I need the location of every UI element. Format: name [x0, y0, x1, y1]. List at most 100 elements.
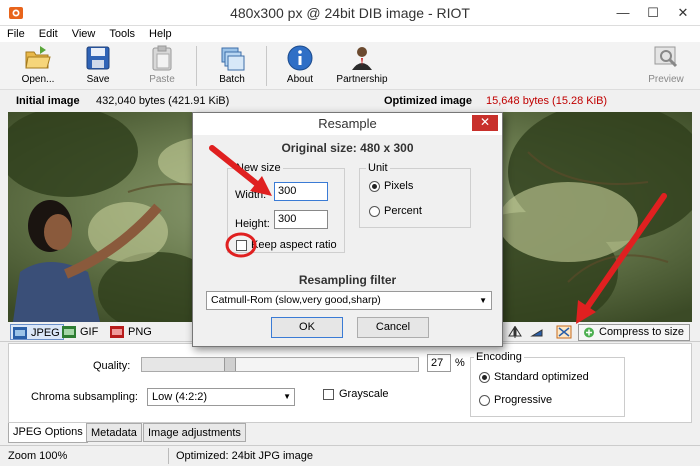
encoding-standard-radio[interactable]	[479, 372, 490, 383]
resample-icon[interactable]	[556, 325, 572, 339]
image-info-status: Optimized: 24bit JPG image	[176, 450, 313, 462]
title-bar: 480x300 px @ 24bit DIB image - RIOT — ☐ …	[0, 0, 700, 26]
status-divider	[168, 448, 169, 464]
paste-clipboard-icon	[152, 45, 172, 71]
cancel-button[interactable]: Cancel	[357, 317, 429, 338]
format-png-tab[interactable]: PNG	[108, 324, 152, 340]
dialog-close-button[interactable]: ✕	[472, 115, 498, 131]
paste-button[interactable]: Paste	[142, 44, 182, 88]
preview-label: Preview	[648, 74, 684, 85]
compress-icon	[584, 327, 594, 338]
quality-slider-track	[142, 358, 224, 371]
toolbar-separator	[196, 46, 197, 86]
partnership-label: Partnership	[336, 74, 388, 85]
paste-label: Paste	[149, 74, 175, 85]
toolbar-separator	[266, 46, 267, 86]
resampling-filter-value: Catmull-Rom (slow,very good,sharp)	[211, 294, 381, 306]
open-folder-icon	[25, 46, 51, 69]
options-tabs: JPEG Options Metadata Image adjustments	[8, 423, 692, 443]
jpeg-options-panel: Quality: < 27 % Chroma subsampling: Low …	[8, 343, 692, 423]
quality-value-input[interactable]: 27	[427, 354, 451, 372]
batch-icon	[221, 47, 245, 71]
flip-horizontal-icon[interactable]	[508, 326, 522, 338]
resampling-filter-select[interactable]: Catmull-Rom (slow,very good,sharp) ▼	[206, 291, 492, 310]
chroma-subsampling-label: Chroma subsampling:	[31, 391, 138, 403]
encoding-group: Encoding Standard optimized Progressive	[470, 351, 625, 417]
unit-percent-radio[interactable]	[369, 206, 380, 217]
menu-tools[interactable]: Tools	[102, 26, 142, 42]
save-label: Save	[86, 74, 110, 85]
jpeg-file-icon	[13, 327, 27, 339]
unit-legend: Unit	[366, 162, 390, 174]
format-png-label: PNG	[128, 326, 152, 338]
optimized-image-size: 15,648 bytes (15.28 KiB)	[486, 95, 608, 107]
close-icon: ✕	[479, 115, 491, 129]
height-label: Height:	[235, 218, 270, 230]
encoding-legend: Encoding	[474, 351, 524, 363]
grayscale-label: Grayscale	[339, 388, 389, 400]
unit-pixels-radio[interactable]	[369, 181, 380, 192]
resample-dialog: Resample ✕ Original size: 480 x 300 New …	[192, 112, 503, 347]
format-jpeg-tab[interactable]: JPEG	[10, 324, 64, 340]
width-input[interactable]: 300	[274, 182, 328, 201]
resampling-filter-label: Resampling filter	[298, 273, 397, 287]
info-icon	[287, 45, 313, 71]
format-gif-label: GIF	[80, 326, 99, 338]
format-gif-tab[interactable]: GIF	[60, 324, 98, 340]
partnership-button[interactable]: Partnership	[332, 44, 392, 88]
compress-label: Compress to size	[599, 326, 684, 338]
keep-aspect-ratio-label: Keep aspect ratio	[251, 239, 337, 251]
zoom-status: Zoom 100%	[8, 450, 68, 462]
format-jpeg-label: JPEG	[31, 327, 60, 339]
minimize-button[interactable]: —	[608, 0, 638, 26]
height-input[interactable]: 300	[274, 210, 328, 229]
compress-to-size-button[interactable]: Compress to size	[578, 324, 690, 341]
ok-button[interactable]: OK	[271, 317, 343, 338]
flip-vertical-icon[interactable]	[530, 326, 544, 338]
tab-jpeg-options[interactable]: JPEG Options	[8, 423, 88, 443]
quality-slider-thumb[interactable]	[224, 358, 236, 371]
quality-label: Quality:	[93, 360, 131, 372]
menu-view[interactable]: View	[65, 26, 103, 42]
unit-group: Unit	[359, 162, 471, 228]
png-file-icon	[110, 326, 124, 338]
encoding-progressive-label: Progressive	[494, 394, 553, 406]
status-bar: Zoom 100% Optimized: 24bit JPG image	[0, 445, 700, 466]
optimized-image-label: Optimized image	[384, 95, 473, 107]
width-label: Width:	[235, 189, 267, 201]
new-size-legend: New size	[234, 162, 283, 174]
unit-pixels-label: Pixels	[384, 180, 414, 192]
keep-aspect-ratio-checkbox[interactable]	[236, 240, 247, 251]
batch-button[interactable]: Batch	[212, 44, 252, 88]
toolbar: Open... Save Paste Batch About Partnersh…	[0, 42, 700, 90]
quality-unit: %	[455, 357, 465, 369]
menu-help[interactable]: Help	[142, 26, 179, 42]
size-info-bar: Initial image 432,040 bytes (421.91 KiB)…	[0, 91, 700, 111]
original-size-label: Original size: 480 x 300	[281, 141, 414, 155]
grayscale-checkbox[interactable]	[323, 389, 334, 400]
preview-button[interactable]: Preview	[644, 44, 688, 88]
open-button[interactable]: Open...	[14, 44, 62, 88]
maximize-button[interactable]: ☐	[638, 0, 668, 26]
unit-percent-label: Percent	[384, 205, 422, 217]
chroma-subsampling-select[interactable]: Low (4:2:2) ▼	[147, 388, 295, 406]
chevron-down-icon: ▼	[479, 296, 487, 305]
encoding-progressive-radio[interactable]	[479, 395, 490, 406]
dialog-title: Resample	[193, 113, 502, 135]
menu-edit[interactable]: Edit	[32, 26, 65, 42]
about-button[interactable]: About	[280, 44, 320, 88]
partnership-person-icon	[352, 47, 372, 70]
open-label: Open...	[21, 74, 55, 85]
tab-image-adjustments[interactable]: Image adjustments	[143, 423, 246, 442]
window-title: 480x300 px @ 24bit DIB image - RIOT	[230, 5, 470, 21]
close-window-button[interactable]: ✕	[668, 0, 698, 26]
chevron-down-icon: ▼	[283, 392, 291, 401]
batch-label: Batch	[219, 74, 245, 85]
tab-metadata[interactable]: Metadata	[86, 423, 142, 442]
chroma-subsampling-value: Low (4:2:2)	[152, 391, 208, 403]
encoding-standard-label: Standard optimized	[494, 371, 589, 383]
menu-file[interactable]: File	[0, 26, 32, 42]
quality-slider[interactable]: <	[141, 357, 419, 372]
save-button[interactable]: Save	[78, 44, 118, 88]
menu-bar: File Edit View Tools Help	[0, 26, 700, 42]
